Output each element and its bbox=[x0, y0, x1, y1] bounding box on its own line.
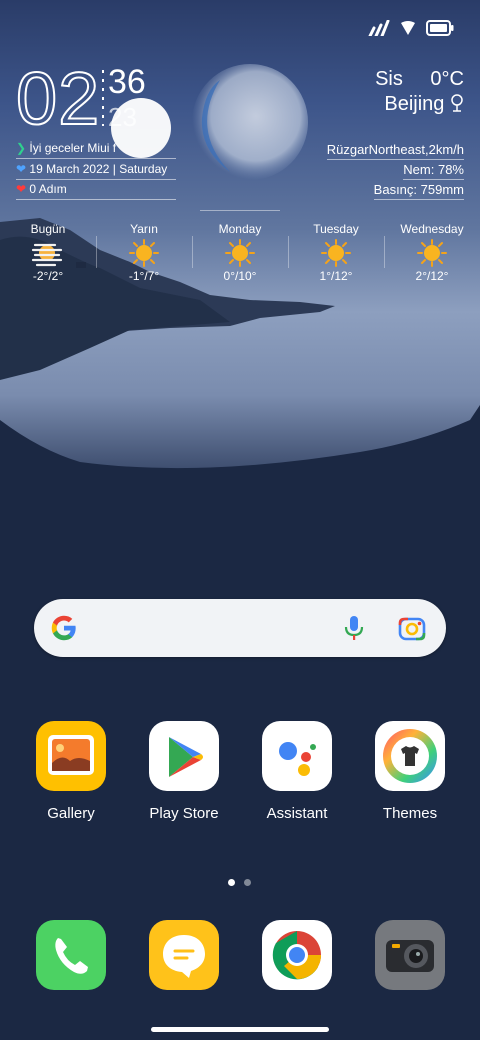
fog-icon bbox=[31, 243, 63, 267]
forecast-day-label: Bugün bbox=[30, 222, 66, 236]
dock-phone[interactable] bbox=[23, 920, 119, 990]
app-label: Themes bbox=[382, 805, 438, 822]
sun-icon bbox=[417, 239, 447, 267]
moon-image bbox=[180, 60, 310, 195]
cellular-signal-icon bbox=[368, 20, 390, 36]
heart-red-icon: ❤ bbox=[16, 182, 27, 196]
weather-temperature: 0°C bbox=[430, 68, 464, 90]
assistant-icon bbox=[262, 721, 332, 791]
pressure-row: Basınç: 759mm bbox=[373, 182, 464, 200]
forecast-day: Wednesday 2°/12° bbox=[384, 222, 480, 283]
weather-city: Beijing bbox=[384, 93, 445, 115]
city-row: Beijing bbox=[384, 93, 464, 116]
sun-icon bbox=[225, 239, 255, 267]
heart-blue-icon: ❤ bbox=[16, 162, 27, 176]
app-label: Assistant bbox=[266, 805, 328, 822]
microphone-icon[interactable] bbox=[343, 614, 365, 642]
battery-icon bbox=[426, 20, 454, 36]
sun-icon bbox=[129, 239, 159, 267]
play-store-icon bbox=[149, 721, 219, 791]
gallery-icon bbox=[36, 721, 106, 791]
weather-humidity: Nem: 78% bbox=[403, 162, 464, 177]
forecast-day-label: Yarın bbox=[130, 222, 158, 236]
forecast-day-label: Monday bbox=[218, 222, 262, 236]
clock-separator bbox=[102, 70, 104, 126]
app-label: Gallery bbox=[47, 805, 95, 822]
forecast-day-label: Wednesday bbox=[400, 222, 464, 236]
google-lens-icon[interactable] bbox=[398, 615, 426, 641]
steps-row: ❤ 0 Adım bbox=[16, 182, 176, 200]
messages-icon bbox=[149, 920, 219, 990]
sun-icon bbox=[321, 239, 351, 267]
wind-row: RüzgarNortheast,2km/h bbox=[326, 142, 464, 160]
phone-icon bbox=[36, 920, 106, 990]
steps-text: 0 Adım bbox=[29, 182, 67, 196]
forecast-temp: -2°/2° bbox=[32, 269, 64, 283]
forecast-day-label: Tuesday bbox=[313, 222, 359, 236]
greeting-row: ❯ İyi geceler Miui f bbox=[16, 141, 176, 159]
divider bbox=[200, 210, 280, 211]
camera-icon bbox=[375, 920, 445, 990]
themes-icon bbox=[375, 721, 445, 791]
app-gallery[interactable]: Gallery bbox=[23, 721, 119, 822]
status-bar bbox=[368, 16, 454, 40]
home-gesture-bar[interactable] bbox=[151, 1027, 329, 1032]
page-dot-active[interactable] bbox=[228, 879, 235, 886]
google-search-bar[interactable] bbox=[34, 599, 446, 657]
greeting-text: İyi geceler Miui f bbox=[29, 141, 117, 155]
humidity-row: Nem: 78% bbox=[403, 162, 464, 180]
wifi-icon bbox=[401, 21, 415, 35]
chrome-icon bbox=[262, 920, 332, 990]
forecast-temp: 1°/12° bbox=[319, 269, 353, 283]
app-assistant[interactable]: Assistant bbox=[249, 721, 345, 822]
weather-pressure: Basınç: 759mm bbox=[373, 182, 464, 197]
dock-chrome[interactable] bbox=[249, 920, 345, 990]
dock-messages[interactable] bbox=[136, 920, 232, 990]
dock-camera[interactable] bbox=[362, 920, 458, 990]
weather-forecast[interactable]: Bugün -2°/2° Yarın -1°/7° Monday 0°/10° … bbox=[0, 222, 480, 283]
chevron-right-icon: ❯ bbox=[16, 141, 27, 155]
date-row: ❤ 19 March 2022 | Saturday bbox=[16, 162, 176, 180]
weather-condition-row[interactable]: Sis 0°C bbox=[375, 68, 464, 91]
google-g-icon bbox=[51, 615, 76, 641]
clock-minute: 36 bbox=[108, 63, 146, 101]
forecast-temp: 0°/10° bbox=[223, 269, 257, 283]
app-play-store[interactable]: Play Store bbox=[136, 721, 232, 822]
weather-condition: Sis bbox=[375, 68, 403, 90]
page-indicator[interactable] bbox=[228, 879, 251, 886]
date-text: 19 March 2022 | Saturday bbox=[29, 162, 168, 176]
clock-hour: 02 bbox=[15, 57, 101, 140]
weather-wind: RüzgarNortheast,2km/h bbox=[326, 142, 464, 157]
page-dot[interactable] bbox=[244, 879, 251, 886]
forecast-temp: 2°/12° bbox=[415, 269, 449, 283]
location-pin-icon bbox=[451, 94, 463, 112]
forecast-day: Tuesday 1°/12° bbox=[288, 222, 384, 283]
clock-widget[interactable]: 02 36 23 bbox=[15, 57, 146, 140]
forecast-day: Monday 0°/10° bbox=[192, 222, 288, 283]
app-label: Play Store bbox=[149, 805, 219, 822]
forecast-day: Yarın -1°/7° bbox=[96, 222, 192, 283]
forecast-temp: -1°/7° bbox=[128, 269, 160, 283]
app-themes[interactable]: Themes bbox=[362, 721, 458, 822]
forecast-day: Bugün -2°/2° bbox=[0, 222, 96, 283]
